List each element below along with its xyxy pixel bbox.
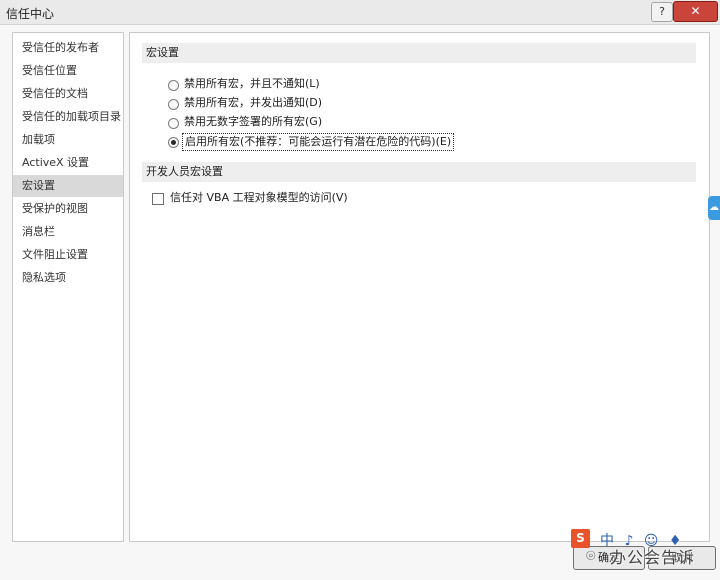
option-disable-unsigned-label[interactable]: 禁用无数字签署的所有宏(G) — [184, 114, 322, 130]
watermark-text: 办公会告诉 — [610, 548, 696, 567]
developer-settings-header: 开发人员宏设置 — [142, 162, 696, 182]
radio-disable-unsigned[interactable] — [168, 118, 179, 129]
option-enable-all-label[interactable]: 启用所有宏(不推荐：可能会运行有潜在危险的代码)(E) — [182, 133, 455, 151]
watermark: S 中 ♪ ☺ ♦ ⌾ 办公会告诉 — [560, 522, 720, 580]
sidebar-item-message-bar[interactable]: 消息栏 — [13, 221, 123, 243]
sidebar-item-trusted-locations[interactable]: 受信任位置 — [13, 60, 123, 82]
sidebar-item-trusted-addin-catalogs[interactable]: 受信任的加载项目录 — [13, 106, 123, 128]
trust-center-dialog: 信任中心 ? ✕ 受信任的发布者 受信任位置 受信任的文档 受信任的加载项目录 … — [0, 0, 720, 580]
vba-access-label[interactable]: 信任对 VBA 工程对象模型的访问(V) — [170, 190, 348, 206]
sidebar-item-privacy-options[interactable]: 隐私选项 — [13, 267, 123, 289]
sidebar-item-trusted-documents[interactable]: 受信任的文档 — [13, 83, 123, 105]
window-title: 信任中心 — [6, 7, 55, 21]
radio-selected-dot — [171, 140, 176, 145]
sidebar-nav: 受信任的发布者 受信任位置 受信任的文档 受信任的加载项目录 加载项 Activ… — [12, 32, 124, 542]
sidebar-item-activex-settings[interactable]: ActiveX 设置 — [13, 152, 123, 174]
close-button[interactable]: ✕ — [673, 1, 718, 22]
radio-enable-all[interactable] — [168, 137, 179, 148]
sidebar-item-file-block-settings[interactable]: 文件阻止设置 — [13, 244, 123, 266]
cloud-icon[interactable]: ☁ — [708, 196, 720, 220]
radio-disable-with-notify[interactable] — [168, 99, 179, 110]
settings-panel: 宏设置 禁用所有宏，并且不通知(L) 禁用所有宏，并发出通知(D) 禁用无数字签… — [129, 32, 710, 542]
sidebar-item-protected-view[interactable]: 受保护的视图 — [13, 198, 123, 220]
macro-settings-header: 宏设置 — [142, 43, 696, 63]
option-disable-no-notify-label[interactable]: 禁用所有宏，并且不通知(L) — [184, 76, 320, 92]
sidebar-item-trusted-publishers[interactable]: 受信任的发布者 — [13, 37, 123, 59]
help-button[interactable]: ? — [651, 2, 673, 22]
wechat-icon: ⌾ — [586, 546, 596, 565]
sidebar-item-addins[interactable]: 加载项 — [13, 129, 123, 151]
sidebar-item-macro-settings[interactable]: 宏设置 — [13, 175, 123, 197]
radio-disable-no-notify[interactable] — [168, 80, 179, 91]
option-disable-with-notify-label[interactable]: 禁用所有宏，并发出通知(D) — [184, 95, 322, 111]
vba-access-checkbox[interactable] — [152, 193, 164, 205]
title-bar[interactable]: 信任中心 ? ✕ — [0, 0, 720, 25]
